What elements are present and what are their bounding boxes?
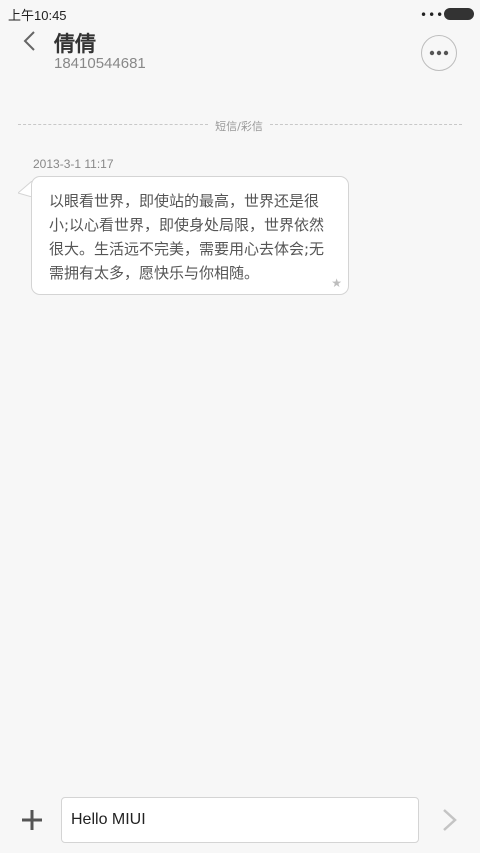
signal-dots-icon: ••• bbox=[420, 8, 445, 22]
message-text: 以眼看世界，即使站的最高，世界还是很小;以心看世界，即使身处局限，世界依然很大。… bbox=[49, 192, 325, 282]
contact-name: 倩倩 bbox=[54, 32, 96, 56]
plus-icon bbox=[22, 810, 42, 830]
more-options-button[interactable] bbox=[421, 35, 457, 71]
status-time: 上午10:45 bbox=[8, 8, 67, 23]
contact-number: 18410544681 bbox=[54, 55, 146, 72]
chevron-left-icon bbox=[23, 31, 35, 51]
status-bar: 上午10:45 ••• bbox=[0, 0, 480, 26]
channel-label: 短信/彩信 bbox=[215, 120, 263, 133]
divider-left bbox=[18, 124, 208, 125]
message-input[interactable] bbox=[61, 797, 419, 843]
send-button[interactable] bbox=[438, 806, 462, 834]
add-attachment-button[interactable] bbox=[20, 808, 44, 832]
message-bubble[interactable]: 以眼看世界，即使站的最高，世界还是很小;以心看世界，即使身处局限，世界依然很大。… bbox=[31, 176, 349, 295]
battery-icon bbox=[444, 8, 474, 20]
divider-right bbox=[270, 124, 462, 125]
back-button[interactable] bbox=[18, 28, 44, 54]
messaging-screen: 上午10:45 ••• 倩倩 18410544681 短信/彩信 2013-3-… bbox=[0, 0, 480, 853]
chevron-right-icon bbox=[443, 809, 457, 831]
star-icon: ★ bbox=[331, 276, 342, 290]
more-horizontal-icon bbox=[429, 50, 449, 56]
message-timestamp: 2013-3-1 11:17 bbox=[33, 157, 114, 171]
